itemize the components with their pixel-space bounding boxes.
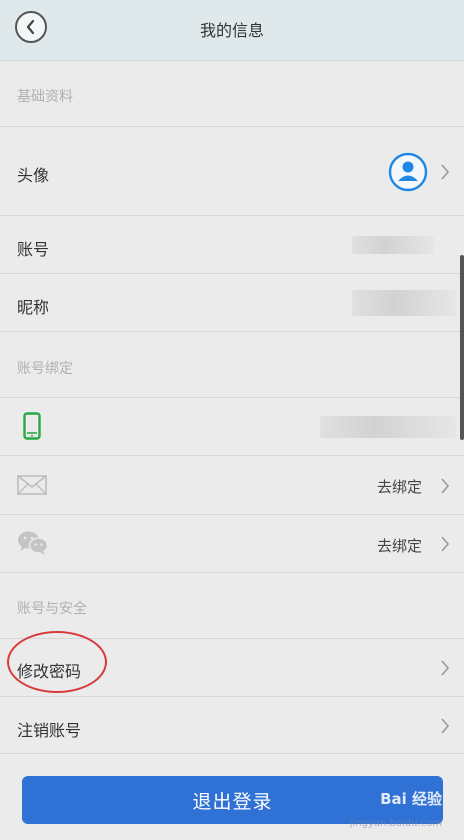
- chevron-right-icon: [441, 164, 450, 180]
- chevron-right-icon: [441, 478, 450, 494]
- cancel-account-row[interactable]: 注销账号: [0, 696, 464, 754]
- scrollbar[interactable]: [460, 255, 464, 440]
- chevron-right-icon: [441, 536, 450, 552]
- phone-icon: [23, 412, 41, 440]
- phone-row[interactable]: [0, 397, 464, 455]
- baidu-watermark-url: jingyan.baidu.com: [349, 818, 442, 829]
- annotation-circle: [7, 631, 107, 693]
- email-bind-link[interactable]: 去绑定: [377, 476, 422, 497]
- user-circle-icon: [388, 152, 428, 192]
- section-binding-label: 账号绑定: [17, 361, 73, 377]
- section-binding: 账号绑定: [0, 331, 464, 397]
- section-security: 账号与安全: [0, 572, 464, 638]
- baidu-watermark: Bai 经验: [380, 790, 442, 808]
- nickname-label: 昵称: [17, 298, 50, 317]
- page-title: 我的信息: [199, 21, 264, 40]
- email-row[interactable]: 去绑定: [0, 455, 464, 514]
- chevron-right-icon: [441, 660, 450, 676]
- avatar-row[interactable]: 头像: [0, 126, 464, 215]
- nickname-value-redacted: [352, 290, 456, 316]
- nickname-row[interactable]: 昵称: [0, 273, 464, 331]
- phone-value-redacted: [320, 416, 456, 438]
- section-basic-label: 基础资料: [17, 89, 73, 105]
- cancel-account-label: 注销账号: [17, 721, 82, 740]
- avatar-label: 头像: [17, 166, 50, 185]
- wechat-row[interactable]: 去绑定: [0, 514, 464, 572]
- envelope-icon: [17, 475, 47, 495]
- wechat-bind-link[interactable]: 去绑定: [377, 535, 422, 556]
- account-row: 账号: [0, 215, 464, 273]
- account-value-redacted: [352, 236, 434, 254]
- account-label: 账号: [17, 240, 50, 259]
- wechat-icon: [18, 531, 49, 555]
- chevron-right-icon: [441, 718, 450, 734]
- top-bar: 我的信息: [0, 0, 464, 61]
- section-security-label: 账号与安全: [17, 601, 87, 617]
